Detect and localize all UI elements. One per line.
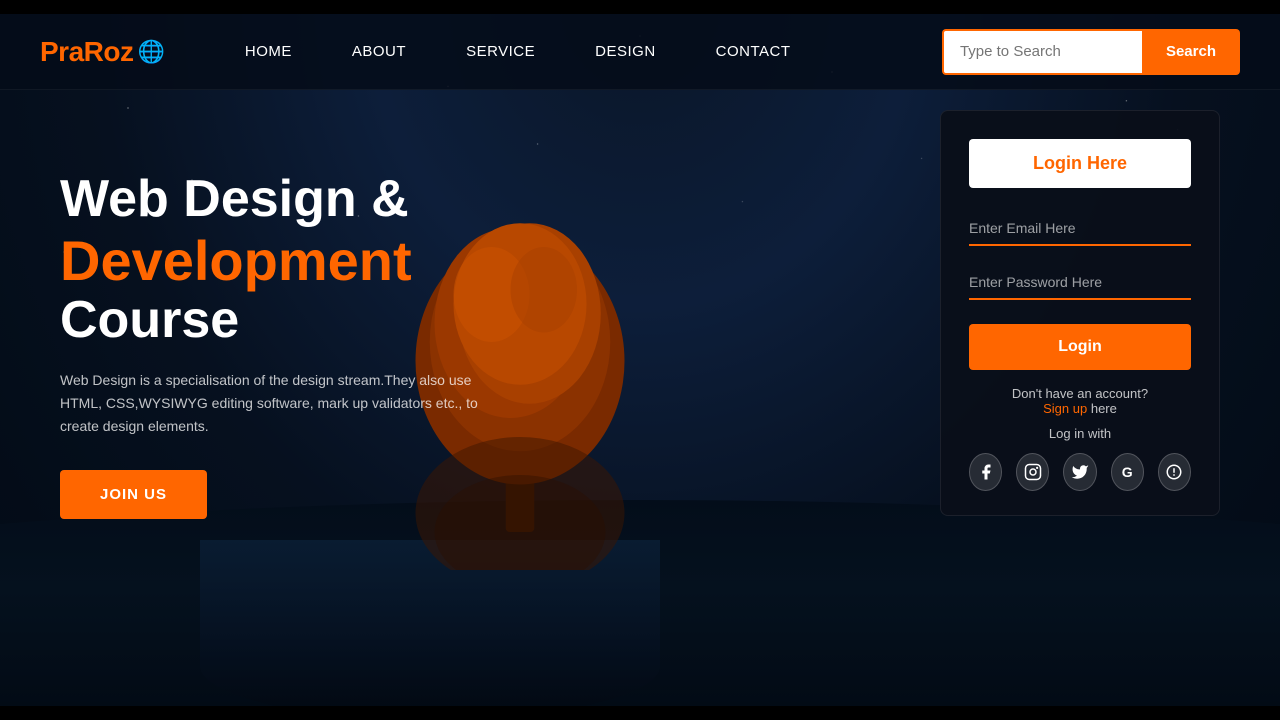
- search-input[interactable]: [942, 29, 1142, 75]
- nav-contact[interactable]: CONTACT: [716, 43, 791, 60]
- navbar: PraRoz 🌐 HOME ABOUT SERVICE DESIGN CONTA…: [0, 14, 1280, 90]
- search-button[interactable]: Search: [1142, 29, 1240, 75]
- login-card: Login Here Login Don't have an account? …: [940, 110, 1220, 516]
- top-bar: [0, 0, 1280, 14]
- social-icons-row: G: [969, 453, 1191, 491]
- login-footer: Don't have an account? Sign up here Log …: [969, 386, 1191, 491]
- login-with-text: Log in with: [969, 426, 1191, 441]
- signup-suffix: here: [1091, 401, 1117, 416]
- login-button[interactable]: Login: [969, 324, 1191, 370]
- signup-link[interactable]: Sign up: [1043, 401, 1087, 416]
- nav-links: HOME ABOUT SERVICE DESIGN CONTACT: [245, 43, 942, 60]
- search-area: Search: [942, 29, 1240, 75]
- hero-text: Web Design & Development Course Web Desi…: [60, 170, 490, 519]
- no-account-text: Don't have an account? Sign up here: [969, 386, 1191, 416]
- twitter-icon[interactable]: [1063, 453, 1096, 491]
- email-input[interactable]: [969, 212, 1191, 246]
- nav-home[interactable]: HOME: [245, 43, 292, 60]
- logo-text: PraRoz: [40, 36, 133, 68]
- password-field-container: [969, 266, 1191, 300]
- instagram-icon[interactable]: [1016, 453, 1049, 491]
- join-us-button[interactable]: JOIN US: [60, 470, 207, 519]
- hero-description: Web Design is a specialisation of the de…: [60, 369, 490, 438]
- bottom-bar: [0, 706, 1280, 720]
- nav-service[interactable]: SERVICE: [466, 43, 535, 60]
- logo[interactable]: PraRoz 🌐: [40, 36, 165, 68]
- skype-icon[interactable]: [1158, 453, 1191, 491]
- hero-title-line2: Development: [60, 230, 490, 292]
- globe-icon: 🌐: [137, 39, 164, 65]
- facebook-icon[interactable]: [969, 453, 1002, 491]
- nav-design[interactable]: DESIGN: [595, 43, 656, 60]
- nav-about[interactable]: ABOUT: [352, 43, 406, 60]
- email-field-container: [969, 212, 1191, 246]
- password-input[interactable]: [969, 266, 1191, 300]
- login-here-button[interactable]: Login Here: [969, 139, 1191, 188]
- hero-title-line1: Web Design &: [60, 170, 490, 230]
- hero-title-line3: Course: [60, 291, 490, 351]
- google-icon[interactable]: G: [1111, 453, 1144, 491]
